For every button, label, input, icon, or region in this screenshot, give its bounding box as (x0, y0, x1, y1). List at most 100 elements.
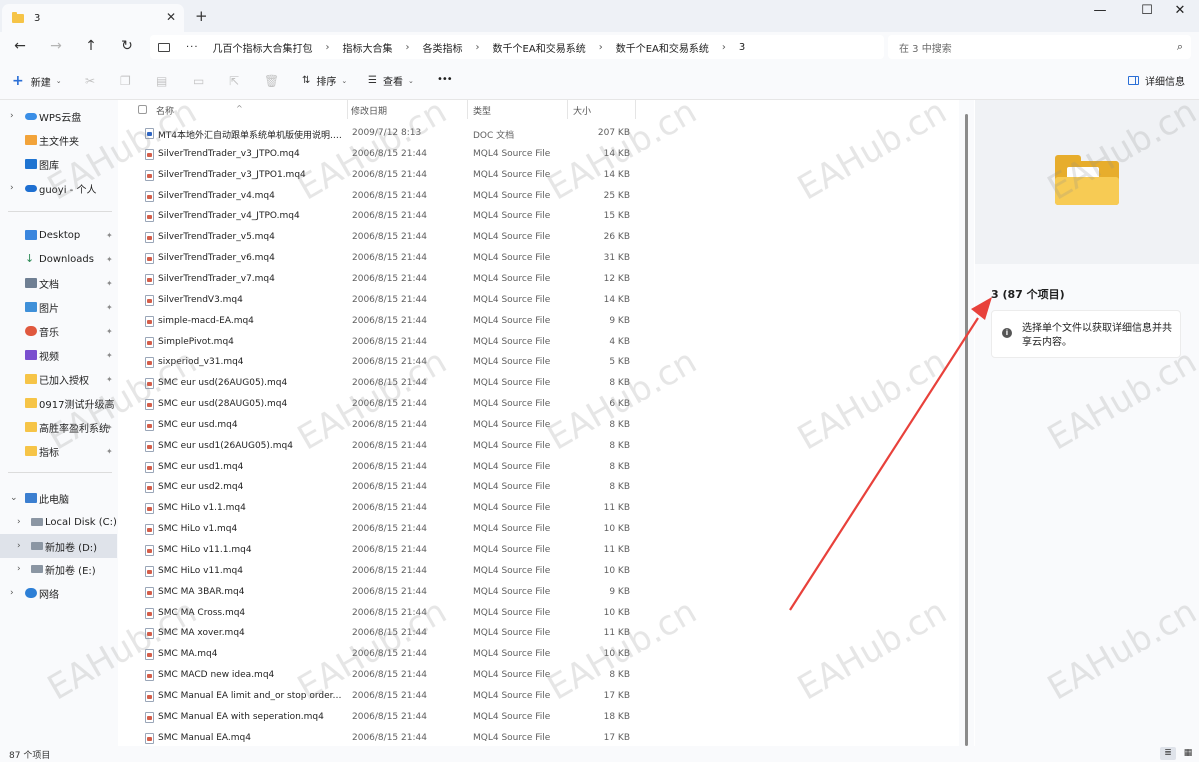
column-size[interactable]: 大小 (573, 104, 591, 117)
forward-button[interactable]: → (47, 38, 65, 54)
table-row[interactable]: SilverTrendTrader_v5.mq4 2006/8/15 21:44 M… (119, 227, 959, 248)
share-icon[interactable]: ⇱ (229, 74, 239, 88)
window-close-button[interactable]: ✕ (1168, 3, 1192, 18)
table-row[interactable]: SilverTrendTrader_v3_JTPO.mq4 2006/8/15 2… (119, 144, 959, 165)
breadcrumb-item[interactable]: 数千个EA和交易系统 (616, 40, 709, 55)
details-view-button[interactable]: ≣ (1160, 747, 1176, 760)
column-type[interactable]: 类型 (473, 104, 491, 117)
table-row[interactable]: SMC eur usd(26AUG05).mq4 2006/8/15 21:44 M… (119, 373, 959, 394)
table-row[interactable]: SMC MA Cross.mq4 2006/8/15 21:44 MQL4 Sour… (119, 603, 959, 624)
table-row[interactable]: SilverTrendTrader_v4_JTPO.mq4 2006/8/15 2… (119, 206, 959, 227)
sort-button[interactable]: ⇅ 排序 ⌄ (302, 73, 347, 88)
table-row[interactable]: SMC eur usd1(26AUG05).mq4 2006/8/15 21:44… (119, 436, 959, 457)
column-divider[interactable] (635, 100, 636, 119)
sidebar-item-home[interactable]: 主文件夹 (0, 129, 117, 151)
table-row[interactable]: SMC eur usd.mq4 2006/8/15 21:44 MQL4 Sourc… (119, 415, 959, 436)
more-options-button[interactable]: ••• (437, 74, 453, 85)
breadcrumb-overflow-button[interactable]: ··· (186, 42, 199, 53)
breadcrumb-separator-icon[interactable]: › (326, 42, 330, 53)
sidebar-item-drive-e[interactable]: › 新加卷 (E:) (0, 558, 117, 580)
table-row[interactable]: SMC MA xover.mq4 2006/8/15 21:44 MQL4 Sour… (119, 623, 959, 644)
tab-current-folder[interactable]: 3 ✕ (2, 4, 184, 32)
sidebar-item-this-pc[interactable]: ⌄ 此电脑 (0, 487, 117, 509)
up-button[interactable]: ↑ (82, 38, 100, 54)
scrollbar-thumb[interactable] (965, 114, 968, 746)
chevron-right-icon[interactable]: › (10, 183, 14, 193)
table-row[interactable]: SilverTrendTrader_v7.mq4 2006/8/15 21:44 M… (119, 269, 959, 290)
pin-icon[interactable]: ✦ (106, 255, 113, 264)
maximize-button[interactable]: ☐ (1135, 3, 1159, 18)
table-row[interactable]: SMC HiLo v1.1.mq4 2006/8/15 21:44 MQL4 Sou… (119, 498, 959, 519)
table-row[interactable]: SilverTrendTrader_v3_JTPO1.mq4 2006/8/15 … (119, 165, 959, 186)
new-tab-button[interactable]: + (195, 7, 208, 25)
sidebar-item-gallery[interactable]: 图库 (0, 153, 117, 175)
table-row[interactable]: SMC HiLo v11.1.mq4 2006/8/15 21:44 MQL4 So… (119, 540, 959, 561)
chevron-right-icon[interactable]: › (10, 111, 14, 121)
sidebar-item-downloads[interactable]: ↓ Downloads ✦ (0, 248, 117, 270)
sidebar-item-onedrive[interactable]: › guoyi - 个人 (0, 177, 117, 199)
table-row[interactable]: SMC Manual EA limit and_or stop order.mq… (119, 686, 959, 707)
minimize-button[interactable]: — (1088, 3, 1112, 18)
breadcrumb-separator-icon[interactable]: › (599, 42, 603, 53)
table-row[interactable]: SMC MACD new idea.mq4 2006/8/15 21:44 MQL4… (119, 665, 959, 686)
sidebar-item-folder[interactable]: 高胜率盈利系统 ✦ (0, 416, 117, 438)
chevron-right-icon[interactable]: › (17, 564, 21, 574)
breadcrumb-separator-icon[interactable]: › (722, 42, 726, 53)
table-row[interactable]: MT4本地外汇自动跟单系统单机版使用说明.doc 2009/7/12 8:13 DO… (119, 123, 959, 144)
breadcrumb-item[interactable]: 3 (739, 42, 745, 53)
cut-icon[interactable]: ✂ (85, 74, 95, 88)
sidebar-item-folder[interactable]: 已加入授权 ✦ (0, 368, 117, 390)
chevron-down-icon[interactable]: ⌄ (10, 493, 18, 503)
chevron-right-icon[interactable]: › (17, 541, 21, 551)
sidebar-item-drive-c[interactable]: › Local Disk (C:) (0, 511, 117, 533)
sidebar-item-folder[interactable]: 指标 ✦ (0, 440, 117, 462)
breadcrumb-item[interactable]: 指标大合集 (343, 40, 393, 55)
refresh-button[interactable]: ↻ (118, 38, 136, 54)
table-row[interactable]: SilverTrendV3.mq4 2006/8/15 21:44 MQL4 Sou… (119, 290, 959, 311)
sidebar-item-desktop[interactable]: Desktop ✦ (0, 224, 117, 246)
column-divider[interactable] (567, 100, 568, 119)
pin-icon[interactable]: ✦ (106, 279, 113, 288)
pin-icon[interactable]: ✦ (106, 399, 113, 408)
breadcrumb-item[interactable]: 数千个EA和交易系统 (493, 40, 586, 55)
sidebar-item-drive-d[interactable]: › 新加卷 (D:) (0, 534, 117, 558)
pin-icon[interactable]: ✦ (106, 375, 113, 384)
column-divider[interactable] (467, 100, 468, 119)
new-button[interactable]: + 新建 ⌄ (12, 73, 62, 89)
table-row[interactable]: SMC Manual EA.mq4 2006/8/15 21:44 MQL4 Sou… (119, 728, 959, 746)
table-row[interactable]: SilverTrendTrader_v4.mq4 2006/8/15 21:44 M… (119, 186, 959, 207)
pin-icon[interactable]: ✦ (106, 303, 113, 312)
table-row[interactable]: SMC Manual EA with seperation.mq4 2006/8/… (119, 707, 959, 728)
sidebar-item-videos[interactable]: 视频 ✦ (0, 344, 117, 366)
pin-icon[interactable]: ✦ (106, 231, 113, 240)
table-row[interactable]: SMC eur usd2.mq4 2006/8/15 21:44 MQL4 Sour… (119, 477, 959, 498)
breadcrumb-separator-icon[interactable]: › (476, 42, 480, 53)
breadcrumb-item[interactable]: 几百个指标大合集打包 (213, 40, 313, 55)
chevron-right-icon[interactable]: › (10, 588, 14, 598)
table-row[interactable]: SMC eur usd1.mq4 2006/8/15 21:44 MQL4 Sour… (119, 457, 959, 478)
chevron-right-icon[interactable]: › (17, 517, 21, 527)
table-row[interactable]: SilverTrendTrader_v6.mq4 2006/8/15 21:44 M… (119, 248, 959, 269)
table-row[interactable]: SimplePivot.mq4 2006/8/15 21:44 MQL4 Sourc… (119, 332, 959, 353)
column-name[interactable]: 名称 (156, 104, 174, 117)
pin-icon[interactable]: ✦ (106, 423, 113, 432)
pin-icon[interactable]: ✦ (106, 447, 113, 456)
column-modified[interactable]: 修改日期 (351, 104, 387, 117)
sidebar-item-network[interactable]: › 网络 (0, 582, 117, 604)
table-row[interactable]: simple-macd-EA.mq4 2006/8/15 21:44 MQL4 So… (119, 311, 959, 332)
table-row[interactable]: SMC eur usd(28AUG05).mq4 2006/8/15 21:44 M… (119, 394, 959, 415)
table-row[interactable]: SMC HiLo v1.mq4 2006/8/15 21:44 MQL4 Sourc… (119, 519, 959, 540)
sidebar-item-folder[interactable]: 0917测试升级高 ✦ (0, 392, 117, 414)
sidebar-item-documents[interactable]: 文档 ✦ (0, 272, 117, 294)
pin-icon[interactable]: ✦ (106, 351, 113, 360)
address-bar[interactable]: ··· 几百个指标大合集打包 › 指标大合集 › 各类指标 › 数千个EA和交易… (150, 35, 884, 59)
rename-icon[interactable]: ▭ (193, 74, 204, 88)
breadcrumb-item[interactable]: 各类指标 (423, 40, 463, 55)
select-all-checkbox[interactable] (138, 105, 147, 114)
view-button[interactable]: ☰ 查看 ⌄ (368, 73, 414, 88)
sidebar-item-wps-cloud[interactable]: › WPS云盘 (0, 105, 117, 127)
tab-close-icon[interactable]: ✕ (166, 10, 176, 24)
table-row[interactable]: SMC MA 3BAR.mq4 2006/8/15 21:44 MQL4 Sourc… (119, 582, 959, 603)
delete-icon[interactable]: 🗑 (264, 74, 279, 88)
details-pane-button[interactable]: 详细信息 (1128, 73, 1185, 88)
